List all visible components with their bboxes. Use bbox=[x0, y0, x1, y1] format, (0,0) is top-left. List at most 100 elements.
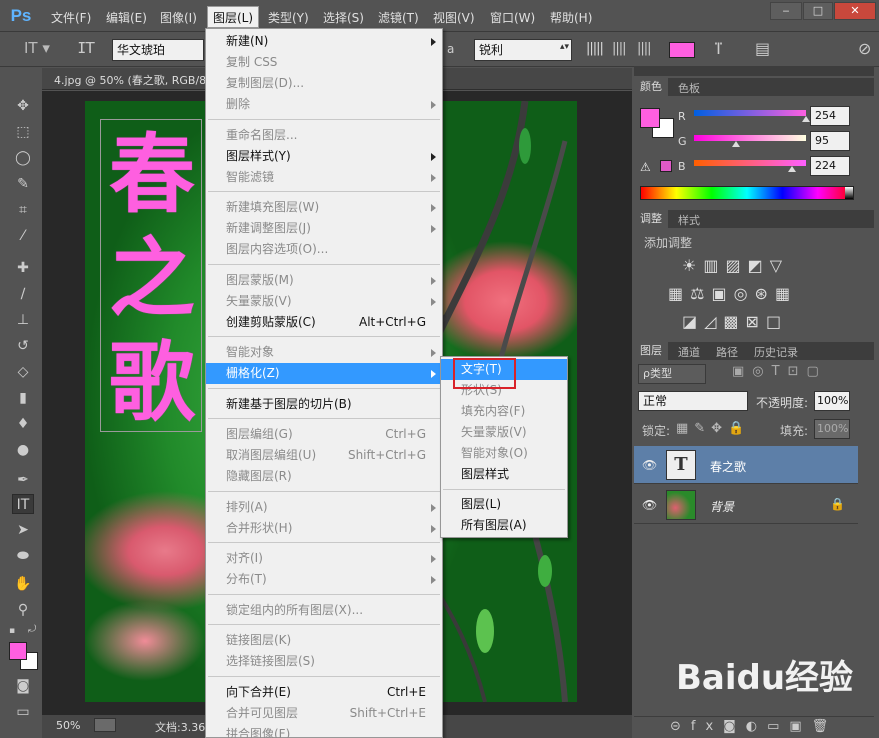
quick-select-tool-icon[interactable]: ✎ bbox=[12, 174, 34, 194]
menu-item-3[interactable]: 矢量蒙版(V) bbox=[441, 422, 567, 443]
menu-item-10[interactable]: 新建调整图层(J) bbox=[206, 218, 442, 239]
align-right-icon[interactable]: |||| bbox=[637, 41, 651, 56]
menu-item-17[interactable]: 智能对象 bbox=[206, 342, 442, 363]
menu-type[interactable]: 类型(Y) bbox=[268, 9, 309, 26]
status-icon[interactable] bbox=[94, 718, 116, 732]
red-value[interactable]: 254 bbox=[810, 106, 850, 126]
default-colors-icon[interactable]: ▪ bbox=[9, 626, 19, 636]
menu-item-20[interactable]: 新建基于图层的切片(B) bbox=[206, 394, 442, 415]
close-button[interactable]: ✕ bbox=[834, 2, 876, 20]
menu-item-27[interactable]: 合并形状(H) bbox=[206, 518, 442, 539]
green-slider-thumb[interactable] bbox=[731, 141, 740, 147]
tab-swatches[interactable]: 色板 bbox=[678, 80, 700, 96]
eyedropper-tool-icon[interactable]: ⁄ bbox=[12, 226, 34, 246]
align-left-icon[interactable]: ||||| bbox=[586, 41, 604, 56]
layer-filter-icons[interactable]: ▣◎T⊡▢ bbox=[732, 364, 827, 379]
menu-item-23[interactable]: 取消图层编组(U) Shift+Ctrl+G bbox=[206, 445, 442, 466]
menu-item-4[interactable]: 智能对象(O) bbox=[441, 443, 567, 464]
crop-tool-icon[interactable]: ⌗ bbox=[12, 200, 34, 220]
menu-item-24[interactable]: 隐藏图层(R) bbox=[206, 466, 442, 487]
menu-item-7[interactable]: 图层(L) bbox=[441, 494, 567, 515]
tab-color[interactable]: 颜色 bbox=[634, 78, 668, 96]
tab-paths[interactable]: 路径 bbox=[716, 344, 738, 360]
blue-slider-thumb[interactable] bbox=[788, 166, 797, 172]
menu-item-14[interactable]: 矢量蒙版(V) bbox=[206, 291, 442, 312]
adjustment-icons-row1[interactable]: ☀▥▨◩▽ bbox=[682, 256, 789, 275]
gamut-swatch[interactable] bbox=[660, 160, 672, 172]
menu-item-30[interactable]: 分布(T) bbox=[206, 569, 442, 590]
adjustment-icons-row2[interactable]: ▦⚖▣◎⊛▦ bbox=[668, 284, 797, 303]
menu-window[interactable]: 窗口(W) bbox=[490, 9, 535, 26]
stamp-tool-icon[interactable]: ⊥ bbox=[12, 310, 34, 330]
character-panel-icon[interactable]: ▤ bbox=[755, 39, 770, 58]
layer-actions-icons[interactable]: ⊝fx◙◐▭▣🗑 bbox=[670, 719, 838, 734]
menu-item-18[interactable]: 栅格化(Z) bbox=[206, 363, 442, 384]
layer-name[interactable]: 背景 bbox=[710, 498, 734, 515]
menu-view[interactable]: 视图(V) bbox=[433, 9, 475, 26]
menu-item-32[interactable]: 锁定组内的所有图层(X)... bbox=[206, 600, 442, 621]
quick-mask-icon[interactable]: ◙ bbox=[12, 676, 34, 696]
minimize-button[interactable]: ‒ bbox=[770, 2, 802, 20]
zoom-level[interactable]: 50% bbox=[56, 719, 80, 732]
menu-item-0[interactable]: 新建(N) bbox=[206, 31, 442, 52]
healing-brush-tool-icon[interactable]: ✚ bbox=[12, 258, 34, 278]
color-fg-swatch[interactable] bbox=[640, 108, 660, 128]
menu-item-2[interactable]: 复制图层(D)... bbox=[206, 73, 442, 94]
antialias-select[interactable]: 锐利 bbox=[474, 39, 572, 61]
layer-name[interactable]: 春之歌 bbox=[710, 458, 746, 475]
hand-tool-icon[interactable]: ✋ bbox=[12, 574, 34, 594]
blue-value[interactable]: 224 bbox=[810, 156, 850, 176]
menu-item-15[interactable]: 创建剪贴蒙版(C) Alt+Ctrl+G bbox=[206, 312, 442, 333]
lock-icons[interactable]: ▦✎✥🔒 bbox=[676, 421, 750, 436]
eraser-tool-icon[interactable]: ◇ bbox=[12, 362, 34, 382]
dodge-tool-icon[interactable]: ● bbox=[12, 440, 34, 460]
ellipse-tool-icon[interactable]: ⬬ bbox=[12, 546, 34, 566]
type-tool-preset-icon[interactable]: IT ▾ bbox=[24, 39, 50, 57]
align-center-icon[interactable]: |||| bbox=[612, 41, 626, 56]
green-value[interactable]: 95 bbox=[810, 131, 850, 151]
foreground-color-swatch[interactable] bbox=[9, 642, 27, 660]
menu-help[interactable]: 帮助(H) bbox=[550, 9, 592, 26]
swap-colors-icon[interactable]: ⤾ bbox=[28, 624, 36, 635]
menu-item-2[interactable]: 填充内容(F) bbox=[441, 401, 567, 422]
menu-item-35[interactable]: 选择链接图层(S) bbox=[206, 651, 442, 672]
menu-filter[interactable]: 滤镜(T) bbox=[378, 9, 419, 26]
menu-item-9[interactable]: 新建填充图层(W) bbox=[206, 197, 442, 218]
blur-tool-icon[interactable]: ♦ bbox=[12, 414, 34, 434]
blend-mode-select[interactable]: 正常 bbox=[638, 391, 748, 411]
green-slider[interactable] bbox=[694, 135, 806, 141]
menu-item-34[interactable]: 链接图层(K) bbox=[206, 630, 442, 651]
panel-collapse-bar[interactable] bbox=[634, 66, 874, 76]
layer-row-text[interactable]: 👁 T 春之歌 bbox=[634, 446, 858, 484]
layer-filter-select[interactable]: ρ类型 bbox=[638, 364, 706, 384]
tab-layers[interactable]: 图层 bbox=[634, 342, 668, 360]
menu-item-3[interactable]: 删除 bbox=[206, 94, 442, 115]
pen-tool-icon[interactable]: ✒ bbox=[12, 470, 34, 490]
history-brush-tool-icon[interactable]: ↺ bbox=[12, 336, 34, 356]
menu-item-11[interactable]: 图层内容选项(O)... bbox=[206, 239, 442, 260]
color-spectrum[interactable] bbox=[640, 186, 854, 200]
menu-item-7[interactable]: 智能滤镜 bbox=[206, 167, 442, 188]
tab-adjustments[interactable]: 调整 bbox=[634, 210, 668, 228]
tab-channels[interactable]: 通道 bbox=[678, 344, 700, 360]
menu-item-13[interactable]: 图层蒙版(M) bbox=[206, 270, 442, 291]
fill-value[interactable]: 100% bbox=[814, 419, 850, 439]
move-tool-icon[interactable]: ✥ bbox=[12, 96, 34, 116]
tab-styles[interactable]: 样式 bbox=[678, 212, 700, 228]
maximize-button[interactable]: □ bbox=[803, 2, 833, 20]
warp-text-icon[interactable]: ⴶ bbox=[714, 39, 723, 58]
zoom-tool-icon[interactable]: ⚲ bbox=[12, 600, 34, 620]
layer-row-background[interactable]: 👁 背景 🔒 bbox=[634, 486, 858, 524]
menu-item-39[interactable]: 拼合图像(F) bbox=[206, 724, 442, 738]
text-orientation-icon[interactable]: ⵊT bbox=[78, 39, 95, 57]
menu-edit[interactable]: 编辑(E) bbox=[106, 9, 147, 26]
menu-image[interactable]: 图像(I) bbox=[160, 9, 197, 26]
tab-history[interactable]: 历史记录 bbox=[754, 344, 798, 360]
lasso-tool-icon[interactable]: ◯ bbox=[12, 148, 34, 168]
menu-item-5[interactable]: 图层样式 bbox=[441, 464, 567, 485]
menu-item-8[interactable]: 所有图层(A) bbox=[441, 515, 567, 536]
eye-icon[interactable]: 👁 bbox=[642, 498, 657, 512]
menu-layer[interactable]: 图层(L) bbox=[207, 6, 260, 28]
gradient-tool-icon[interactable]: ▮ bbox=[12, 388, 34, 408]
menu-item-26[interactable]: 排列(A) bbox=[206, 497, 442, 518]
